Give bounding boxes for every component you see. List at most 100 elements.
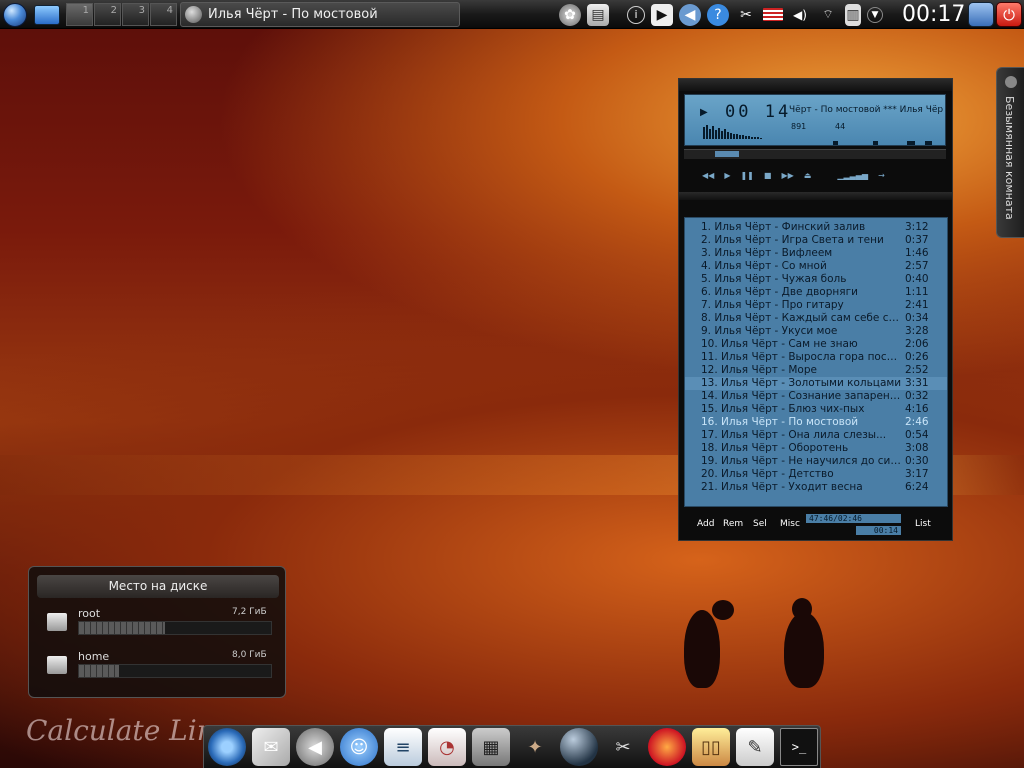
samplerate: 44 bbox=[835, 122, 846, 131]
track-duration: 2:46 bbox=[905, 416, 929, 428]
document-icon[interactable]: ≡ bbox=[384, 728, 422, 766]
playlist-row[interactable]: 5. Илья Чёрт - Чужая боль 0:40 bbox=[685, 273, 947, 286]
home-folder-icon bbox=[34, 4, 60, 25]
chat-icon[interactable]: ☺ bbox=[340, 728, 378, 766]
eq-toggle-button[interactable] bbox=[833, 141, 838, 145]
playlist-row[interactable]: 16. Илья Чёрт - По мостовой 2:46 bbox=[685, 416, 947, 429]
remove-button[interactable]: Rem bbox=[723, 519, 743, 529]
playlist-row[interactable]: 3. Илья Чёрт - Вифлеем 1:46 bbox=[685, 247, 947, 260]
power-icon[interactable]: ⏻ bbox=[996, 2, 1022, 27]
task-title: Илья Чёрт - По мостовой bbox=[208, 7, 378, 22]
misc-button[interactable]: Misc bbox=[780, 519, 800, 529]
disk-row-home[interactable]: home 8,0 ГиБ bbox=[37, 646, 277, 680]
playlist-row[interactable]: 19. Илья Чёрт - Не научился до сих ... 0:… bbox=[685, 455, 947, 468]
terminal-icon[interactable]: >_ bbox=[780, 728, 818, 766]
presentation-icon[interactable]: ◔ bbox=[428, 728, 466, 766]
playlist-row[interactable]: 12. Илья Чёрт - Море 2:52 bbox=[685, 364, 947, 377]
playlist-row[interactable]: 10. Илья Чёрт - Сам не знаю 2:06 bbox=[685, 338, 947, 351]
stop-icon[interactable]: ■ bbox=[764, 171, 772, 180]
eject-icon[interactable]: ⏏ bbox=[804, 171, 812, 180]
pause-icon[interactable]: ❚❚ bbox=[740, 171, 753, 180]
gnome-icon[interactable]: ✿ bbox=[559, 3, 581, 26]
start-menu-button[interactable] bbox=[1, 2, 29, 27]
book-icon[interactable]: ▯▯ bbox=[692, 728, 730, 766]
globe-icon[interactable] bbox=[560, 728, 598, 766]
help-icon[interactable]: ? bbox=[707, 3, 729, 26]
play-icon[interactable]: ▶ bbox=[724, 171, 730, 180]
seek-knob[interactable] bbox=[715, 151, 739, 157]
playlist-row[interactable]: 17. Илья Чёрт - Она лила слезы... 0:54 bbox=[685, 429, 947, 442]
playlist-row[interactable]: 21. Илья Чёрт - Уходит весна 6:24 bbox=[685, 481, 947, 494]
playlist-row[interactable]: 2. Илья Чёрт - Игра Света и тени 0:37 bbox=[685, 234, 947, 247]
scissors-icon[interactable]: ✂ bbox=[735, 4, 757, 26]
network-icon[interactable]: ⌔ bbox=[817, 4, 839, 26]
playlist-row[interactable]: 18. Илья Чёрт - Оборотень 3:08 bbox=[685, 442, 947, 455]
paste-icon[interactable]: ▤ bbox=[587, 3, 609, 26]
penguin-head-left bbox=[712, 600, 734, 620]
playlist-row[interactable]: 14. Илья Чёрт - Сознание запарено в... 0:… bbox=[685, 390, 947, 403]
track-title: 11. Илья Чёрт - Выросла гора посуды bbox=[701, 351, 903, 363]
activity-tab[interactable]: Безымянная комната bbox=[996, 67, 1024, 238]
calculator-icon[interactable]: ▦ bbox=[472, 728, 510, 766]
track-duration: 0:30 bbox=[905, 455, 929, 467]
pager-desktop-3[interactable]: 3 bbox=[122, 3, 149, 26]
playlist-row[interactable]: 6. Илья Чёрт - Две дворняги 1:11 bbox=[685, 286, 947, 299]
playlist-row[interactable]: 7. Илья Чёрт - Про гитару 2:41 bbox=[685, 299, 947, 312]
playlist-row[interactable]: 15. Илья Чёрт - Блюз чих-пых 4:16 bbox=[685, 403, 947, 416]
disk-row-root[interactable]: root 7,2 ГиБ bbox=[37, 603, 277, 637]
total-time: 47:46/02:46 bbox=[806, 514, 901, 523]
fire-icon[interactable] bbox=[648, 728, 686, 766]
playlist[interactable]: 1. Илья Чёрт - Финский залив 3:12 2. Илья … bbox=[684, 217, 948, 507]
playlist-row[interactable]: 8. Илья Чёрт - Каждый сам себе судья 0:34 bbox=[685, 312, 947, 325]
playlist-row[interactable]: 13. Илья Чёрт - Золотыми кольцами 3:31 bbox=[685, 377, 947, 390]
pager-desktop-1[interactable]: 1 bbox=[66, 3, 93, 26]
balance-button[interactable] bbox=[907, 141, 915, 145]
lock-screen-icon[interactable] bbox=[968, 2, 994, 27]
playlist-row[interactable]: 20. Илья Чёрт - Детство 3:17 bbox=[685, 468, 947, 481]
playlist-row[interactable]: 11. Илья Чёрт - Выросла гора посуды 0:26 bbox=[685, 351, 947, 364]
song-marquee: Чёрт - По мостовой *** Илья Чёрт bbox=[789, 105, 943, 115]
media-play-icon[interactable]: ▶ bbox=[651, 3, 673, 26]
track-title: 7. Илья Чёрт - Про гитару bbox=[701, 299, 844, 311]
pager-desktop-2[interactable]: 2 bbox=[94, 3, 121, 26]
volume-slider[interactable]: ▁▂▃▄▅ bbox=[837, 171, 868, 180]
shuffle-icon[interactable]: → bbox=[878, 171, 885, 180]
info-icon[interactable]: i bbox=[627, 5, 645, 24]
playlist-toggle-button[interactable] bbox=[873, 141, 878, 145]
track-duration: 3:28 bbox=[905, 325, 929, 337]
track-title: 15. Илья Чёрт - Блюз чих-пых bbox=[701, 403, 865, 415]
us-flag-icon[interactable] bbox=[763, 8, 783, 21]
playlist-row[interactable]: 9. Илья Чёрт - Укуси мое 3:28 bbox=[685, 325, 947, 338]
player-titlebar[interactable] bbox=[679, 79, 952, 91]
list-button[interactable]: List bbox=[915, 519, 931, 529]
pager-desktop-4[interactable]: 4 bbox=[150, 3, 177, 26]
gimp-icon[interactable]: ✦ bbox=[516, 728, 554, 766]
playlist-row[interactable]: 1. Илья Чёрт - Финский залив 3:12 bbox=[685, 221, 947, 234]
next-icon[interactable]: ▶▶ bbox=[781, 171, 793, 180]
previous-icon[interactable]: ◀◀ bbox=[702, 171, 714, 180]
notepad-icon[interactable]: ✎ bbox=[736, 728, 774, 766]
disk-name: home bbox=[78, 650, 110, 663]
video-editor-icon[interactable]: ✂ bbox=[604, 728, 642, 766]
select-button[interactable]: Sel bbox=[753, 519, 767, 529]
add-button[interactable]: Add bbox=[697, 519, 714, 529]
home-folder-button[interactable] bbox=[32, 2, 62, 27]
megaphone-icon[interactable]: ◀ bbox=[296, 728, 334, 766]
track-duration: 0:37 bbox=[905, 234, 929, 246]
mail-icon[interactable]: ✉ bbox=[252, 728, 290, 766]
menu-button[interactable] bbox=[925, 141, 932, 145]
time-display[interactable]: 00 14 bbox=[725, 102, 791, 122]
system-tray: ✿ ▤ bbox=[556, 2, 612, 27]
chromium-icon[interactable] bbox=[208, 728, 246, 766]
playlist-titlebar[interactable] bbox=[679, 192, 952, 200]
hard-drive-icon bbox=[47, 613, 67, 631]
clipboard-icon[interactable]: ▥ bbox=[845, 3, 861, 26]
task-button-audacious[interactable]: Илья Чёрт - По мостовой bbox=[180, 2, 460, 27]
announce-icon[interactable]: ◀ bbox=[679, 3, 701, 26]
visualizer[interactable] bbox=[703, 125, 762, 139]
volume-icon[interactable]: ◀) bbox=[789, 4, 811, 26]
playlist-row[interactable]: 4. Илья Чёрт - Со мной 2:57 bbox=[685, 260, 947, 273]
clock[interactable]: 00:17 bbox=[902, 1, 965, 28]
chevron-down-icon[interactable]: ▼ bbox=[867, 6, 883, 23]
disk-usage-bar bbox=[78, 664, 272, 678]
